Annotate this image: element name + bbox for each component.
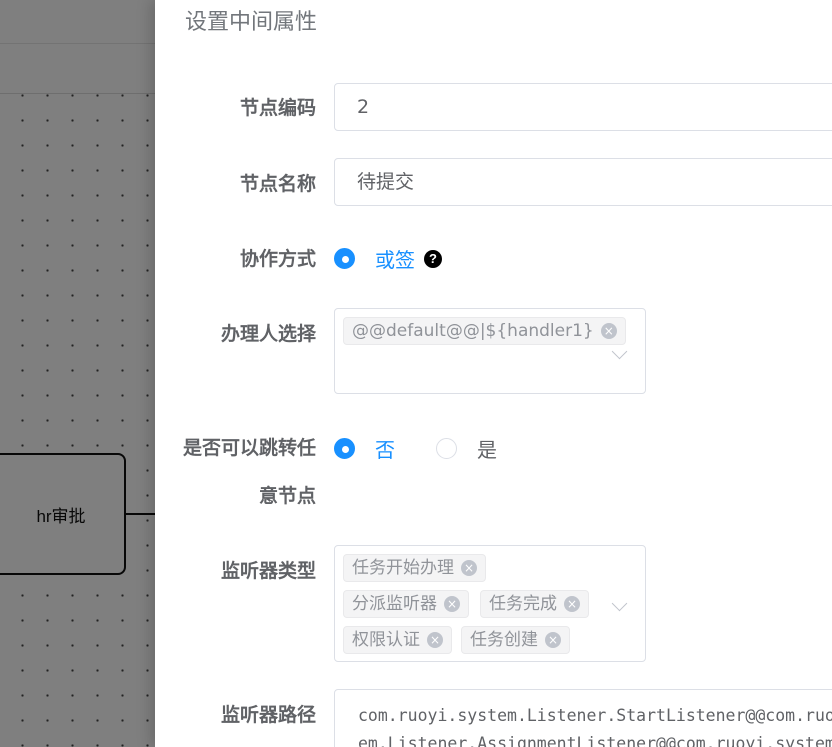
node-code-input[interactable]: 2 xyxy=(334,83,832,131)
handler-label: 办理人选择 xyxy=(220,323,316,345)
tag-close-icon[interactable]: × xyxy=(461,560,477,576)
tag-close-icon[interactable]: × xyxy=(545,632,561,648)
node-name-value: 待提交 xyxy=(357,171,415,193)
tag-close-icon[interactable]: × xyxy=(444,596,460,612)
properties-drawer: 设置中间属性 节点编码 2 节点名称 待提交 协作方式 或签 ? 办理人选择 @… xyxy=(155,0,832,747)
tag-close-icon[interactable]: × xyxy=(564,596,580,612)
handler-tag: @@default@@|${handler1} × xyxy=(343,317,626,345)
handler-select[interactable]: @@default@@|${handler1} × xyxy=(334,308,646,394)
cooperation-label: 协作方式 xyxy=(239,248,316,270)
tag-close-icon[interactable]: × xyxy=(427,632,443,648)
cooperation-option-label: 或签 xyxy=(375,248,415,272)
listener-tag-label: 权限认证 xyxy=(352,630,420,650)
listener-path-line2: em.Listener.AssignmentListener@@com.ruoy… xyxy=(358,734,832,747)
jump-option-yes-label: 是 xyxy=(477,438,497,462)
chevron-down-icon xyxy=(611,595,628,612)
listener-tag: 任务开始办理 × xyxy=(343,554,486,582)
node-name-input[interactable]: 待提交 xyxy=(334,158,832,206)
question-circle-icon[interactable]: ? xyxy=(424,249,442,268)
listener-tag-label: 任务开始办理 xyxy=(352,558,454,578)
node-code-label: 节点编码 xyxy=(239,97,316,119)
node-name-label: 节点名称 xyxy=(239,173,316,195)
listener-tag: 任务创建 × xyxy=(461,626,570,654)
radio-unchecked-icon xyxy=(436,438,457,459)
jump-radio-yes[interactable]: 是 xyxy=(436,434,497,463)
jump-option-no-label: 否 xyxy=(375,438,395,462)
listener-type-label: 监听器类型 xyxy=(220,560,316,582)
jump-label-line2: 意节点 xyxy=(258,485,316,507)
listener-tag-label: 任务创建 xyxy=(470,630,538,650)
jump-label-line1: 是否可以跳转任 xyxy=(182,437,316,459)
jump-radio-no[interactable]: 否 xyxy=(334,434,395,463)
listener-tag: 权限认证 × xyxy=(343,626,452,654)
radio-checked-icon xyxy=(334,248,355,269)
listener-tag: 分派监听器 × xyxy=(343,590,469,618)
drawer-title: 设置中间属性 xyxy=(185,10,318,35)
chevron-down-icon xyxy=(611,343,628,360)
cooperation-radio-or-sign[interactable]: 或签 ? xyxy=(334,244,442,273)
listener-tag-label: 任务完成 xyxy=(489,594,557,614)
listener-tag-label: 分派监听器 xyxy=(352,594,437,614)
radio-checked-icon xyxy=(334,438,355,459)
listener-path-line1: com.ruoyi.system.Listener.StartListener@… xyxy=(358,706,832,725)
listener-tag: 任务完成 × xyxy=(480,590,589,618)
listener-type-select[interactable]: 任务开始办理 × 分派监听器 × 任务完成 × 权限认证 × 任务创建 × xyxy=(334,545,646,662)
listener-path-textarea[interactable]: com.ruoyi.system.Listener.StartListener@… xyxy=(334,689,832,747)
handler-tag-label: @@default@@|${handler1} xyxy=(352,321,594,341)
node-code-value: 2 xyxy=(357,96,370,118)
listener-path-label: 监听器路径 xyxy=(220,704,316,726)
tag-close-icon[interactable]: × xyxy=(600,323,617,339)
